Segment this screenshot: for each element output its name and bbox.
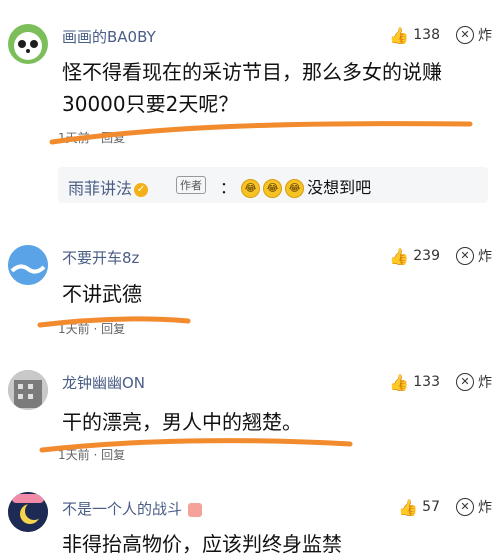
reply-message: 没想到吧: [307, 178, 372, 197]
avatar[interactable]: [8, 245, 48, 285]
thumbs-up-icon[interactable]: 👍: [398, 498, 418, 517]
reply-username[interactable]: 雨菲讲法 ✓: [68, 175, 149, 199]
comment-stats: 👍 133 ✕ 炸: [389, 372, 492, 392]
laughing-emoji-icon: 😂: [241, 179, 261, 198]
thumbs-up-icon[interactable]: 👍: [389, 373, 409, 392]
username[interactable]: 画画的BA0BY: [62, 26, 156, 47]
comment-meta[interactable]: 1天前 · 回复: [58, 129, 125, 146]
reply-separator: ：: [220, 178, 237, 197]
like-count: 57: [422, 499, 440, 515]
like-count: 133: [413, 374, 440, 390]
author-tag: 作者: [176, 176, 206, 194]
comment-stats: 👍 138 ✕ 炸: [389, 25, 492, 45]
comment-meta[interactable]: 1天前 · 回复: [58, 446, 125, 463]
thumbs-up-icon[interactable]: 👍: [389, 247, 409, 266]
comment-text-line: 30000只要2天呢？: [62, 92, 239, 116]
hot-label[interactable]: 炸: [478, 246, 492, 266]
comment-text-line: 干的漂亮，男人中的翘楚。: [62, 410, 302, 434]
moon-avatar-icon: [8, 492, 48, 532]
reply-username-text: 雨菲讲法: [68, 179, 133, 198]
username[interactable]: 龙钟幽幽ON: [62, 372, 145, 393]
reply-text: ： 😂 😂 😂 没想到吧: [220, 174, 371, 198]
panda-avatar-icon: [14, 32, 42, 60]
comment-text-line: 不讲武德: [62, 282, 142, 306]
comment-meta[interactable]: 1天前 · 回复: [58, 320, 125, 337]
avatar[interactable]: [8, 492, 48, 532]
avatar[interactable]: [8, 370, 48, 410]
hot-label[interactable]: 炸: [478, 497, 492, 517]
level-badge-icon: [188, 502, 203, 517]
building-avatar-icon: [8, 370, 48, 410]
username-text: 不是一个人的战斗: [62, 500, 183, 518]
comment-text-line: 非得抬高物价，应该判终身监禁: [62, 532, 342, 556]
comment-stats: 👍 239 ✕ 炸: [389, 246, 492, 266]
fire-icon[interactable]: ✕: [456, 26, 474, 44]
laughing-emoji-icon: 😂: [285, 179, 305, 198]
wave-avatar-icon: [8, 245, 48, 285]
fire-icon[interactable]: ✕: [456, 247, 474, 265]
verified-icon: ✓: [134, 182, 149, 197]
username[interactable]: 不要开车8z: [62, 247, 139, 268]
like-count: 239: [413, 248, 440, 264]
fire-icon[interactable]: ✕: [456, 373, 474, 391]
username[interactable]: 不是一个人的战斗: [62, 498, 203, 519]
thumbs-up-icon[interactable]: 👍: [389, 26, 409, 45]
author-reply[interactable]: 雨菲讲法 ✓ 作者 ： 😂 😂 😂 没想到吧: [58, 167, 488, 203]
hot-label[interactable]: 炸: [478, 372, 492, 392]
hot-label[interactable]: 炸: [478, 25, 492, 45]
comment-text-line: 怪不得看现在的采访节目，那么多女的说赚: [62, 60, 442, 84]
fire-icon[interactable]: ✕: [456, 498, 474, 516]
like-count: 138: [413, 27, 440, 43]
laughing-emoji-icon: 😂: [263, 179, 283, 198]
avatar[interactable]: [8, 24, 48, 64]
comment-stats: 👍 57 ✕ 炸: [398, 497, 492, 517]
